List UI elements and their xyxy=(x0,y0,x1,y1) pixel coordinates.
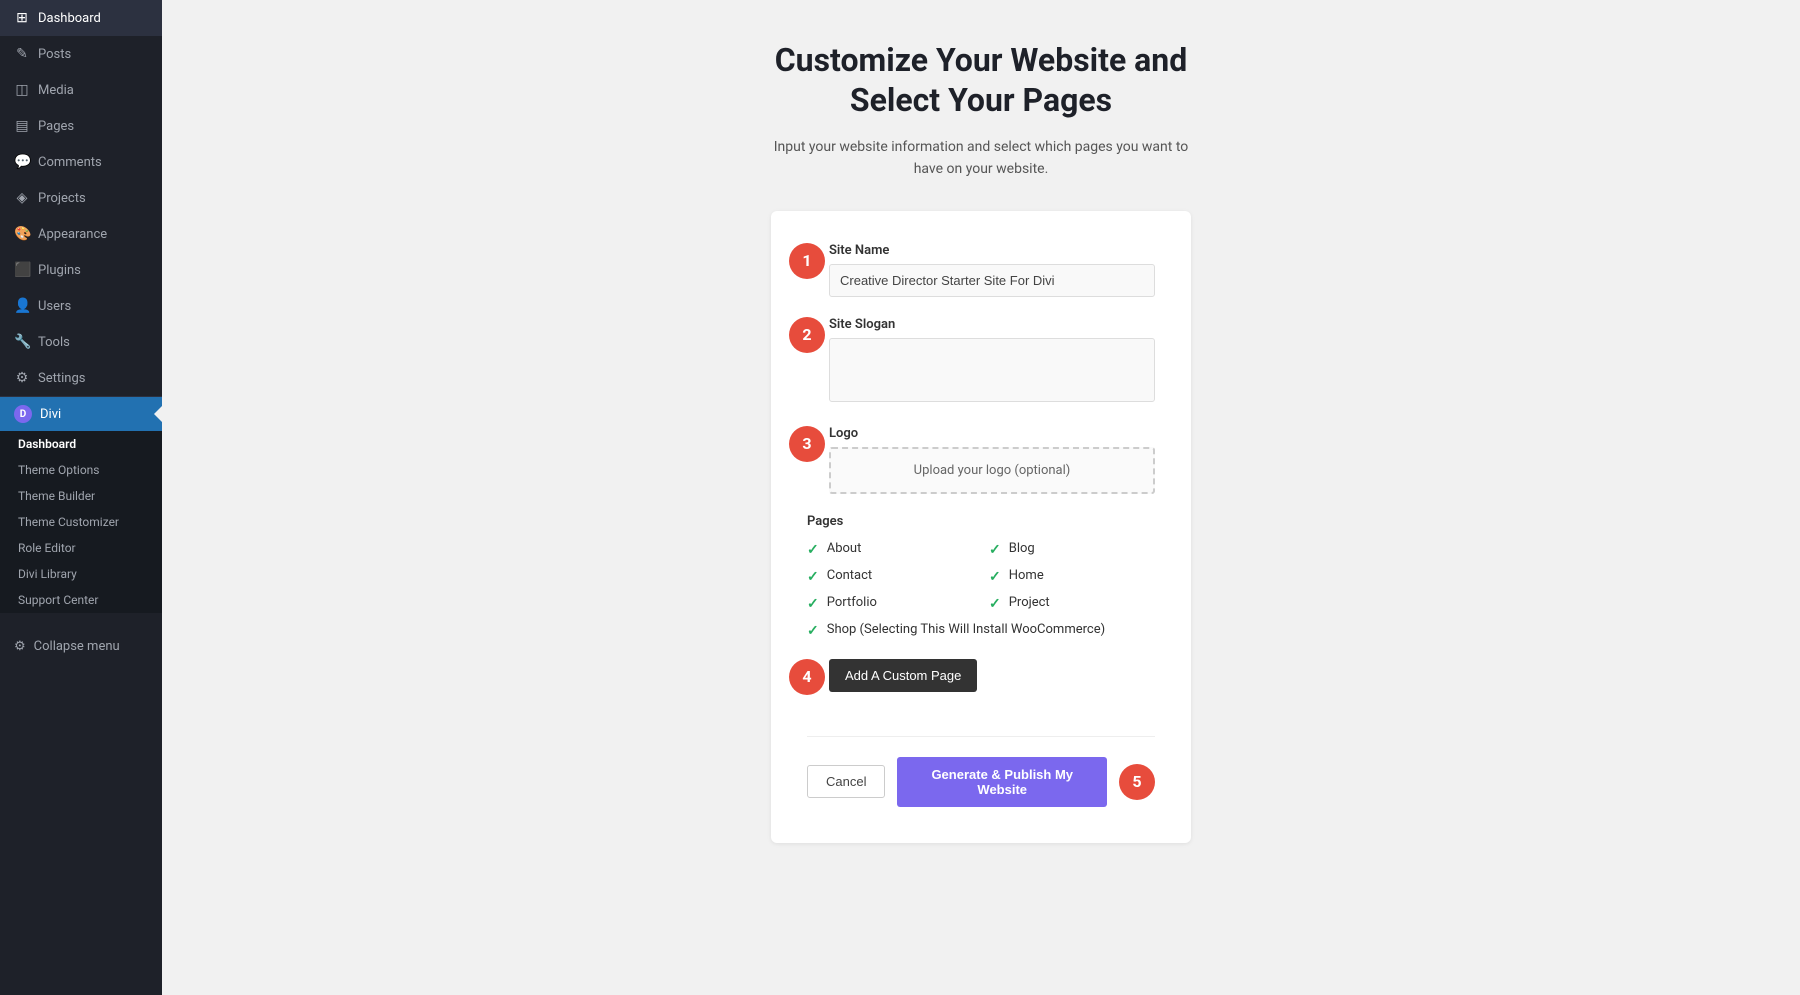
check-project: ✓ xyxy=(989,596,1001,612)
site-slogan-group: 2 Site Slogan xyxy=(807,317,1155,406)
divi-sub-item-role-editor[interactable]: Role Editor xyxy=(0,535,162,561)
site-slogan-input[interactable] xyxy=(829,338,1155,402)
generate-button[interactable]: Generate & Publish My Website xyxy=(897,757,1107,807)
page-item-blog[interactable]: ✓ Blog xyxy=(989,541,1155,558)
logo-group: 3 Logo Upload your logo (optional) xyxy=(807,426,1155,494)
site-slogan-label: Site Slogan xyxy=(829,317,1155,332)
customize-card: 1 Site Name 2 Site Slogan 3 Logo Upload … xyxy=(771,211,1191,843)
page-item-home[interactable]: ✓ Home xyxy=(989,568,1155,585)
step-5-badge: 5 xyxy=(1119,764,1155,800)
check-portfolio: ✓ xyxy=(807,596,819,612)
check-blog: ✓ xyxy=(989,542,1001,558)
check-home: ✓ xyxy=(989,569,1001,585)
projects-icon: ◈ xyxy=(14,190,30,206)
sidebar-item-dashboard[interactable]: ⊞ Dashboard xyxy=(0,0,162,36)
divi-sub-item-theme-customizer[interactable]: Theme Customizer xyxy=(0,509,162,535)
sidebar-item-posts[interactable]: ✎ Posts xyxy=(0,36,162,72)
page-title: Customize Your Website and Select Your P… xyxy=(775,40,1188,120)
sidebar: ⊞ Dashboard ✎ Posts ◫ Media ▤ Pages 💬 Co… xyxy=(0,0,162,995)
step-1-badge: 1 xyxy=(789,243,825,279)
cancel-button[interactable]: Cancel xyxy=(807,765,885,798)
divi-icon: D xyxy=(14,405,32,423)
logo-upload-area[interactable]: Upload your logo (optional) xyxy=(829,447,1155,494)
card-footer: Cancel Generate & Publish My Website 5 xyxy=(807,736,1155,807)
pages-grid: ✓ About ✓ Blog ✓ Contact ✓ Home xyxy=(807,541,1155,639)
divi-sub-item-theme-builder[interactable]: Theme Builder xyxy=(0,483,162,509)
sidebar-item-users[interactable]: 👤 Users xyxy=(0,288,162,324)
sidebar-item-appearance[interactable]: 🎨 Appearance xyxy=(0,216,162,252)
tools-icon: 🔧 xyxy=(14,334,30,350)
main-content: Customize Your Website and Select Your P… xyxy=(162,0,1800,995)
site-name-group: 1 Site Name xyxy=(807,243,1155,297)
plugins-icon: ⬛ xyxy=(14,262,30,278)
add-custom-page-group: 4 Add A Custom Page xyxy=(807,659,1155,716)
divi-section: D Divi Dashboard Theme Options Theme Bui… xyxy=(0,396,162,613)
check-shop: ✓ xyxy=(807,623,819,639)
page-item-shop[interactable]: ✓ Shop (Selecting This Will Install WooC… xyxy=(807,622,1155,639)
step-3-badge: 3 xyxy=(789,426,825,462)
page-item-portfolio[interactable]: ✓ Portfolio xyxy=(807,595,973,612)
divi-submenu: Dashboard Theme Options Theme Builder Th… xyxy=(0,431,162,613)
media-icon: ◫ xyxy=(14,82,30,98)
users-icon: 👤 xyxy=(14,298,30,314)
divi-sub-item-theme-options[interactable]: Theme Options xyxy=(0,457,162,483)
pages-label: Pages xyxy=(807,514,1155,529)
step-2-badge: 2 xyxy=(789,317,825,353)
divi-sub-item-divi-library[interactable]: Divi Library xyxy=(0,561,162,587)
page-item-about[interactable]: ✓ About xyxy=(807,541,973,558)
sidebar-item-divi[interactable]: D Divi xyxy=(0,397,162,431)
collapse-icon: ⚙ xyxy=(14,639,26,654)
sidebar-item-tools[interactable]: 🔧 Tools xyxy=(0,324,162,360)
posts-icon: ✎ xyxy=(14,46,30,62)
pages-icon: ▤ xyxy=(14,118,30,134)
divi-sub-item-support-center[interactable]: Support Center xyxy=(0,587,162,613)
sidebar-item-media[interactable]: ◫ Media xyxy=(0,72,162,108)
page-item-project[interactable]: ✓ Project xyxy=(989,595,1155,612)
pages-section: Pages ✓ About ✓ Blog ✓ Contact xyxy=(807,514,1155,639)
step-4-badge: 4 xyxy=(789,659,825,695)
logo-label: Logo xyxy=(829,426,1155,441)
collapse-menu[interactable]: ⚙ Collapse menu xyxy=(0,629,162,664)
page-subtitle: Input your website information and selec… xyxy=(761,136,1201,181)
page-item-contact[interactable]: ✓ Contact xyxy=(807,568,973,585)
site-name-input[interactable] xyxy=(829,264,1155,297)
sidebar-item-projects[interactable]: ◈ Projects xyxy=(0,180,162,216)
sidebar-item-settings[interactable]: ⚙ Settings xyxy=(0,360,162,396)
add-custom-page-button[interactable]: Add A Custom Page xyxy=(829,659,977,692)
sidebar-item-comments[interactable]: 💬 Comments xyxy=(0,144,162,180)
sidebar-item-pages[interactable]: ▤ Pages xyxy=(0,108,162,144)
check-contact: ✓ xyxy=(807,569,819,585)
comments-icon: 💬 xyxy=(14,154,30,170)
dashboard-icon: ⊞ xyxy=(14,10,30,26)
check-about: ✓ xyxy=(807,542,819,558)
site-name-label: Site Name xyxy=(829,243,1155,258)
sidebar-item-plugins[interactable]: ⬛ Plugins xyxy=(0,252,162,288)
settings-icon: ⚙ xyxy=(14,370,30,386)
appearance-icon: 🎨 xyxy=(14,226,30,242)
divi-sub-item-dashboard[interactable]: Dashboard xyxy=(0,431,162,457)
